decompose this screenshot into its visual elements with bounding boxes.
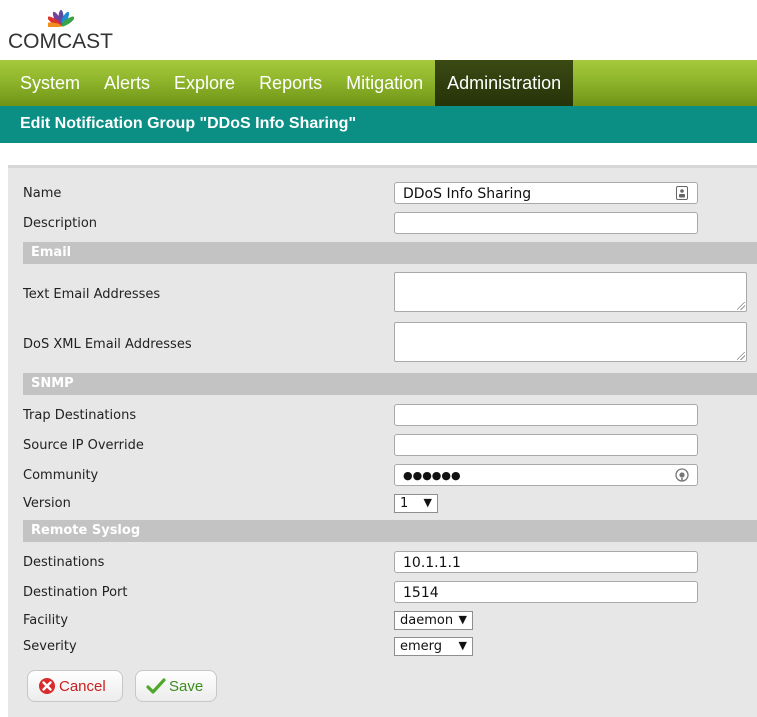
nav-item-administration[interactable]: Administration bbox=[435, 60, 574, 106]
name-label: Name bbox=[23, 186, 62, 201]
description-label: Description bbox=[23, 216, 98, 231]
destinations-value: 10.1.1.1 bbox=[403, 555, 461, 571]
community-label: Community bbox=[23, 468, 99, 483]
chevron-down-icon: ▼ bbox=[458, 613, 467, 626]
brand-name: COMCAST bbox=[8, 30, 113, 53]
nav-item-mitigation[interactable]: Mitigation bbox=[334, 60, 435, 106]
chevron-down-icon: ▼ bbox=[458, 639, 467, 652]
destinations-input[interactable]: 10.1.1.1 bbox=[394, 551, 698, 573]
version-value: 1 bbox=[400, 496, 409, 511]
severity-select[interactable]: emerg ▼ bbox=[394, 637, 473, 656]
text-email-textarea[interactable] bbox=[394, 272, 747, 312]
facility-value: daemon bbox=[400, 613, 454, 628]
dos-xml-email-textarea[interactable] bbox=[394, 322, 747, 362]
main-nav: System Alerts Explore Reports Mitigation… bbox=[0, 60, 757, 106]
peacock-icon bbox=[48, 10, 74, 27]
destination-port-label: Destination Port bbox=[23, 585, 128, 600]
header: COMCAST bbox=[0, 0, 757, 60]
contact-card-icon[interactable] bbox=[675, 186, 689, 200]
nav-item-reports[interactable]: Reports bbox=[247, 60, 334, 106]
source-ip-override-label: Source IP Override bbox=[23, 438, 144, 453]
text-email-label: Text Email Addresses bbox=[23, 287, 161, 302]
x-circle-icon bbox=[39, 678, 55, 694]
community-password-input[interactable]: ●●●●●● bbox=[394, 464, 698, 486]
community-value: ●●●●●● bbox=[403, 469, 461, 482]
version-select[interactable]: 1 ▼ bbox=[394, 494, 438, 513]
dos-xml-email-label: DoS XML Email Addresses bbox=[23, 337, 192, 352]
remote-syslog-section-title: Remote Syslog bbox=[31, 523, 141, 538]
severity-label: Severity bbox=[23, 639, 77, 654]
save-label: Save bbox=[169, 677, 204, 695]
nav-item-system[interactable]: System bbox=[0, 60, 92, 106]
resize-handle-icon[interactable] bbox=[737, 352, 745, 360]
name-value: DDoS Info Sharing bbox=[403, 186, 532, 202]
version-label: Version bbox=[23, 496, 71, 511]
facility-select[interactable]: daemon ▼ bbox=[394, 611, 473, 630]
destination-port-input[interactable]: 1514 bbox=[394, 581, 698, 603]
checkmark-icon bbox=[146, 678, 166, 694]
resize-handle-icon[interactable] bbox=[737, 302, 745, 310]
nav-item-alerts[interactable]: Alerts bbox=[92, 60, 162, 106]
severity-value: emerg bbox=[400, 639, 443, 654]
page-title: Edit Notification Group "DDoS Info Shari… bbox=[20, 115, 357, 132]
nav-item-explore[interactable]: Explore bbox=[162, 60, 247, 106]
cancel-label: Cancel bbox=[59, 677, 106, 695]
trap-destinations-label: Trap Destinations bbox=[23, 408, 137, 423]
description-input[interactable] bbox=[394, 212, 698, 234]
source-ip-override-input[interactable] bbox=[394, 434, 698, 456]
name-input[interactable]: DDoS Info Sharing bbox=[394, 182, 698, 204]
destination-port-value: 1514 bbox=[403, 585, 439, 601]
chevron-down-icon: ▼ bbox=[423, 496, 432, 509]
remote-syslog-section-header: Remote Syslog bbox=[23, 520, 757, 542]
page-titlebar: Edit Notification Group "DDoS Info Shari… bbox=[0, 106, 757, 143]
save-button[interactable]: Save bbox=[135, 670, 217, 702]
snmp-section-header: SNMP bbox=[23, 373, 757, 395]
snmp-section-title: SNMP bbox=[31, 376, 74, 391]
facility-label: Facility bbox=[23, 613, 69, 628]
comcast-logo[interactable]: COMCAST bbox=[8, 9, 118, 55]
trap-destinations-input[interactable] bbox=[394, 404, 698, 426]
cancel-button[interactable]: Cancel bbox=[27, 670, 123, 702]
email-section-header: Email bbox=[23, 242, 757, 264]
email-section-title: Email bbox=[31, 245, 72, 260]
destinations-label: Destinations bbox=[23, 555, 105, 570]
reveal-password-icon[interactable] bbox=[675, 468, 689, 482]
